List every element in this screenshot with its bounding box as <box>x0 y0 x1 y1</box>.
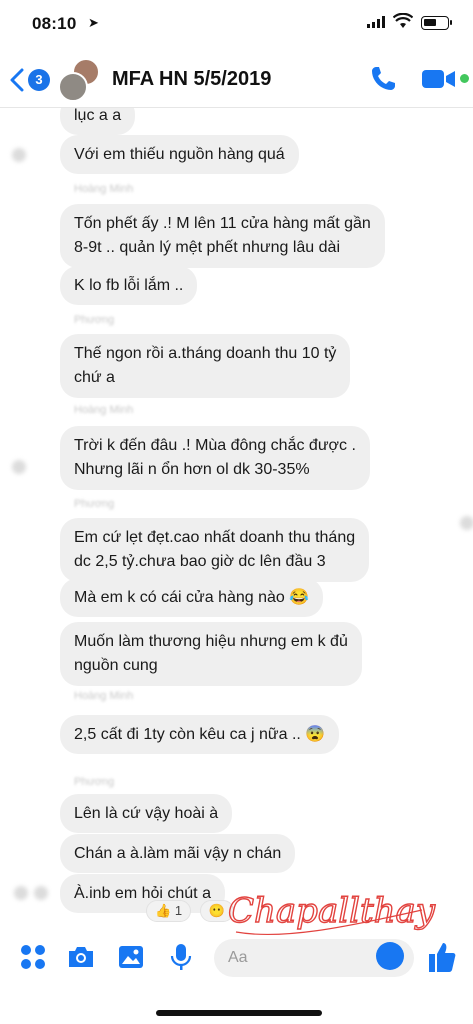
message-bubble[interactable]: Thế ngon rồi a.tháng doanh thu 10 tỷ chứ… <box>60 334 351 398</box>
sender-name: Phương <box>74 314 115 326</box>
message-thread[interactable]: lục a a Với em thiếu nguồn hàng quá Hoàn… <box>0 108 473 934</box>
location-arrow-icon: ➤ <box>88 15 99 30</box>
microphone-icon[interactable] <box>166 942 196 972</box>
message-bubble[interactable]: Muốn làm thương hiệu nhưng em k đủ nguồn… <box>60 622 362 686</box>
sender-name: Phương <box>74 776 115 788</box>
sender-avatar <box>34 886 48 900</box>
wifi-icon <box>393 13 413 28</box>
status-bar: 08:10 ➤ <box>0 0 473 50</box>
conversation-header: 3 MFA HN 5/5/2019 <box>0 52 473 108</box>
blank-face-emoji: 😶 <box>208 903 225 918</box>
message-bubble[interactable]: Mà em k có cái cửa hàng nào 😂 <box>60 578 324 617</box>
message-line: Tốn phết ấy .! M lên 11 cửa hàng mất gần <box>74 215 371 232</box>
battery-icon <box>421 16 452 30</box>
message-line: chứ a <box>74 369 115 386</box>
home-indicator[interactable] <box>156 1010 322 1016</box>
sender-name: Hoàng Minh <box>74 404 134 416</box>
sender-name: Phương <box>74 498 115 510</box>
avatar-photo-2 <box>58 72 88 102</box>
message-line: nguồn cung <box>74 657 158 674</box>
message-bubble[interactable]: Chán a à.làm mãi vậy n chán <box>60 834 296 873</box>
message-bubble[interactable]: K lo fb lỗi lắm .. <box>60 266 198 305</box>
message-bubble[interactable]: Tốn phết ấy .! M lên 11 cửa hàng mất gần… <box>60 204 385 268</box>
status-time: 08:10 <box>32 14 77 33</box>
message-bubble[interactable]: lục a a <box>60 108 136 135</box>
thumbs-up-icon[interactable] <box>426 940 456 974</box>
sender-name: Hoàng Minh <box>74 183 134 195</box>
reaction-blank-face[interactable]: 😶 <box>199 900 234 922</box>
composer-bar: Aa <box>0 934 473 984</box>
message-line: Em cứ lẹt đẹt.cao nhất doanh thu tháng <box>74 529 356 546</box>
unread-count-badge: 3 <box>28 69 50 91</box>
reaction-thumbs-up[interactable]: 👍 1 <box>146 900 192 922</box>
online-status-dot <box>460 74 469 83</box>
message-reactions[interactable]: 👍 1 😶 <box>146 900 238 922</box>
apps-grid-icon[interactable] <box>18 942 48 972</box>
message-line: Nhưng lãi n ổn hơn ol dk 30-35% <box>74 461 310 478</box>
back-chevron-icon <box>10 68 24 92</box>
message-bubble[interactable]: Trời k đến đâu .! Mùa đông chắc được . N… <box>60 426 370 490</box>
cellular-signal-icon <box>367 16 385 28</box>
message-line: Trời k đến đâu .! Mùa đông chắc được . <box>74 437 356 454</box>
message-line: dc 2,5 tỷ.chưa bao giờ dc lên đầu 3 <box>74 553 326 570</box>
message-bubble[interactable]: Em cứ lẹt đẹt.cao nhất doanh thu tháng d… <box>60 518 370 582</box>
group-avatar[interactable] <box>58 58 102 102</box>
gallery-icon[interactable] <box>116 942 146 972</box>
sender-name: Hoàng Minh <box>74 690 134 702</box>
thumbs-up-emoji: 👍 <box>155 903 172 918</box>
message-bubble[interactable]: 2,5 cất đi 1ty còn kêu ca j nữa .. 😨 <box>60 715 340 754</box>
phone-icon[interactable] <box>368 64 398 94</box>
message-bubble[interactable]: Với em thiếu nguồn hàng quá <box>60 135 299 174</box>
message-line: Muốn làm thương hiệu nhưng em k đủ <box>74 633 348 650</box>
reaction-count: 1 <box>174 903 183 918</box>
message-bubble[interactable]: Lên là cứ vậy hoài à <box>60 794 233 833</box>
sender-avatar <box>14 886 28 900</box>
back-button[interactable]: 3 <box>10 66 50 94</box>
sender-avatar <box>460 516 473 530</box>
conversation-title[interactable]: MFA HN 5/5/2019 <box>112 68 271 91</box>
video-camera-icon[interactable] <box>422 68 456 90</box>
sender-avatar <box>12 460 26 474</box>
camera-icon[interactable] <box>66 942 96 972</box>
message-line: 8-9t .. quản lý mệt phết nhưng lâu dài <box>74 239 340 256</box>
sender-avatar <box>12 148 26 162</box>
message-line: Thế ngon rồi a.tháng doanh thu 10 tỷ <box>74 345 337 362</box>
emoji-icon[interactable] <box>376 942 404 970</box>
